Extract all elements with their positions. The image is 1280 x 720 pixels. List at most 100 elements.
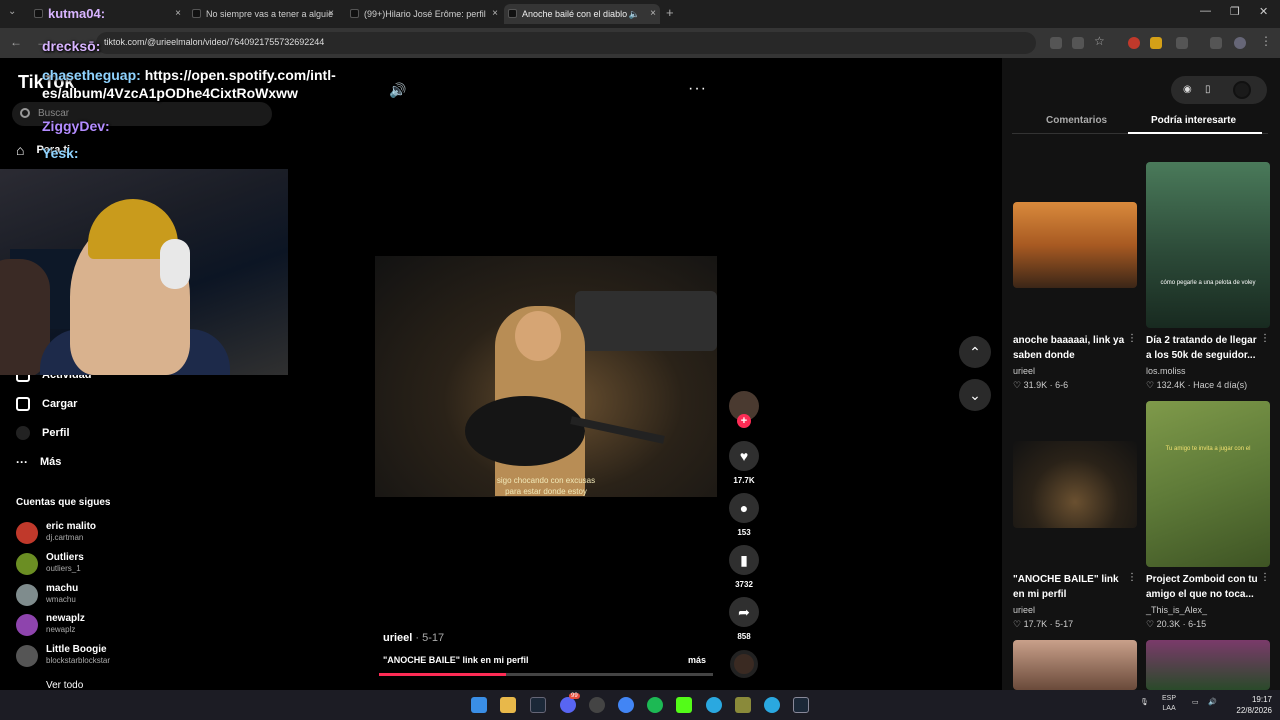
tab-podria-interesarte[interactable]: Podría interesarte bbox=[1151, 115, 1236, 126]
account-item[interactable]: Little Boogie blockstarblockstar bbox=[16, 641, 276, 669]
previous-video-button[interactable]: ⌃ bbox=[959, 336, 991, 368]
volume-tray-icon[interactable]: 🔊 bbox=[1208, 698, 1217, 708]
card-user[interactable]: urieel bbox=[1013, 605, 1035, 615]
sidebar-item-cargar[interactable]: Cargar bbox=[16, 397, 77, 411]
tab-comentarios[interactable]: Comentarios bbox=[1046, 115, 1107, 126]
cast-icon[interactable] bbox=[1072, 37, 1084, 49]
profile-avatar[interactable] bbox=[1234, 37, 1246, 49]
chrome-icon[interactable] bbox=[618, 697, 634, 713]
chevron-down-icon: ⌄ bbox=[969, 387, 981, 403]
card-more-icon[interactable]: ⋮ bbox=[1127, 333, 1137, 344]
clock[interactable]: 19:17 22/8/2026 bbox=[1222, 694, 1272, 716]
compass-icon[interactable]: ◉ bbox=[1183, 84, 1192, 95]
browser-tab-bar: ⌄ kutma04: × No siempre vas a tener a alg… bbox=[0, 0, 1280, 28]
bookmark-star-icon[interactable]: ☆ bbox=[1094, 34, 1105, 48]
phone-icon[interactable]: ▯ bbox=[1205, 84, 1211, 95]
steam-icon[interactable] bbox=[530, 697, 546, 713]
tab-search-icon[interactable]: ⌄ bbox=[8, 6, 16, 17]
account-item[interactable]: machu wmachu bbox=[16, 580, 276, 608]
back-icon[interactable]: ← bbox=[10, 35, 22, 49]
account-item[interactable]: newaplz newaplz bbox=[16, 610, 276, 638]
account-item[interactable]: Outliers outliers_1 bbox=[16, 549, 276, 577]
video-thumbnail[interactable] bbox=[1013, 202, 1137, 288]
video-thumbnail[interactable] bbox=[1013, 441, 1137, 528]
minimize-icon[interactable]: — bbox=[1200, 5, 1211, 17]
windows-taskbar bbox=[0, 690, 1280, 720]
language-indicator[interactable]: ESP LAA bbox=[1162, 694, 1176, 714]
video-subtitles: sigo chocando con excusas para estar don… bbox=[496, 476, 596, 496]
app-glasses-icon[interactable] bbox=[735, 697, 751, 713]
volume-icon[interactable]: 🔊 bbox=[389, 82, 406, 99]
spotify-icon[interactable] bbox=[647, 697, 663, 713]
start-icon[interactable] bbox=[471, 697, 487, 713]
card-more-icon[interactable]: ⋮ bbox=[1260, 333, 1270, 344]
tab-3[interactable]: (99+)Hilario José Erôme: perfil × bbox=[346, 4, 502, 24]
app-c2-icon[interactable] bbox=[764, 697, 780, 713]
extension-yellow-icon[interactable] bbox=[1150, 37, 1162, 49]
like-button[interactable]: ♥ bbox=[729, 441, 759, 471]
translate-icon[interactable] bbox=[1050, 37, 1062, 49]
more-link[interactable]: más bbox=[688, 655, 706, 665]
toggle-indicator[interactable] bbox=[1233, 81, 1251, 99]
network-icon[interactable]: ▭ bbox=[1192, 698, 1199, 708]
mic-icon[interactable]: 🎙 bbox=[1140, 698, 1149, 708]
close-window-icon[interactable]: ✕ bbox=[1259, 5, 1268, 18]
extensions-puzzle-icon[interactable] bbox=[1176, 37, 1188, 49]
card-user[interactable]: los.moliss bbox=[1146, 366, 1186, 376]
url-text[interactable]: tiktok.com/@urieelmalon/video/7640921755… bbox=[104, 37, 324, 47]
video-description: "ANOCHE BAILE" link en mi perfil bbox=[383, 655, 529, 665]
tab-4-active[interactable]: Anoche bailé con el diablo 🔈 × bbox=[504, 4, 660, 24]
chat-message: chasetheguap: https://open.spotify.com/i… bbox=[42, 67, 336, 101]
discord-icon[interactable] bbox=[560, 697, 576, 713]
share-button[interactable]: ➦ bbox=[729, 597, 759, 627]
chat-message: ZiggyDev: bbox=[42, 118, 110, 134]
menu-kebab-icon[interactable]: ⋮ bbox=[1260, 34, 1272, 48]
sidebar-item-perfil[interactable]: Perfil bbox=[16, 426, 70, 440]
musician-head bbox=[515, 311, 561, 361]
card-more-icon[interactable]: ⋮ bbox=[1127, 572, 1137, 583]
search-icon bbox=[20, 108, 30, 118]
video-progress-bar[interactable] bbox=[379, 673, 713, 676]
card-user[interactable]: _This_is_Alex_ bbox=[1146, 605, 1207, 615]
speaker-icon: 🔈 bbox=[628, 9, 640, 19]
extension-red-icon[interactable] bbox=[1128, 37, 1140, 49]
share-count: 858 bbox=[737, 632, 751, 641]
maximize-icon[interactable]: ❐ bbox=[1230, 5, 1240, 18]
steam2-icon[interactable] bbox=[793, 697, 809, 713]
view-toggle[interactable]: ◉ ▯ bbox=[1171, 76, 1267, 104]
sidebar-item-mas[interactable]: ··· Más bbox=[16, 455, 61, 469]
music-disc-icon[interactable] bbox=[730, 650, 758, 678]
heart-icon: ♥ bbox=[739, 448, 749, 464]
video-thumbnail[interactable] bbox=[1146, 640, 1270, 690]
card-title[interactable]: Project Zomboid con tu amigo el que no t… bbox=[1146, 572, 1258, 602]
video-thumbnail[interactable] bbox=[1146, 162, 1270, 328]
obs-icon[interactable] bbox=[589, 697, 605, 713]
kick-icon[interactable] bbox=[676, 697, 692, 713]
video-player[interactable] bbox=[375, 256, 717, 497]
save-button[interactable]: ▮ bbox=[729, 545, 759, 575]
card-user[interactable]: urieel bbox=[1013, 366, 1035, 376]
save-count: 3732 bbox=[735, 580, 753, 589]
card-meta: ♡ 20.3K · 6-15 bbox=[1146, 619, 1207, 629]
reading-list-icon[interactable] bbox=[1210, 37, 1222, 49]
video-more-icon[interactable]: ··· bbox=[688, 80, 707, 98]
tab-2[interactable]: No siempre vas a tener a alguie × bbox=[188, 4, 338, 24]
next-video-button[interactable]: ⌄ bbox=[959, 379, 991, 411]
avatar bbox=[16, 645, 38, 667]
app-c-icon[interactable] bbox=[706, 697, 722, 713]
video-author[interactable]: urieel · 5-17 bbox=[383, 632, 444, 644]
follow-plus-icon[interactable]: + bbox=[737, 414, 751, 428]
card-title[interactable]: "ANOCHE BAILE" link en mi perfil bbox=[1013, 572, 1125, 602]
comment-button[interactable]: ● bbox=[729, 493, 759, 523]
tab-1[interactable]: kutma04: × bbox=[30, 4, 185, 24]
file-explorer-icon[interactable] bbox=[500, 697, 516, 713]
account-item[interactable]: eric malito dj.cartman bbox=[16, 518, 276, 546]
new-tab-icon[interactable]: + bbox=[666, 5, 674, 20]
headphones-icon bbox=[160, 239, 190, 289]
card-title[interactable]: anoche baaaaai, link ya saben donde bbox=[1013, 333, 1125, 363]
card-more-icon[interactable]: ⋮ bbox=[1260, 572, 1270, 583]
comment-icon: ● bbox=[739, 500, 749, 516]
card-title[interactable]: Día 2 tratando de llegar a los 50k de se… bbox=[1146, 333, 1258, 363]
video-thumbnail[interactable] bbox=[1146, 401, 1270, 567]
video-thumbnail[interactable] bbox=[1013, 640, 1137, 690]
